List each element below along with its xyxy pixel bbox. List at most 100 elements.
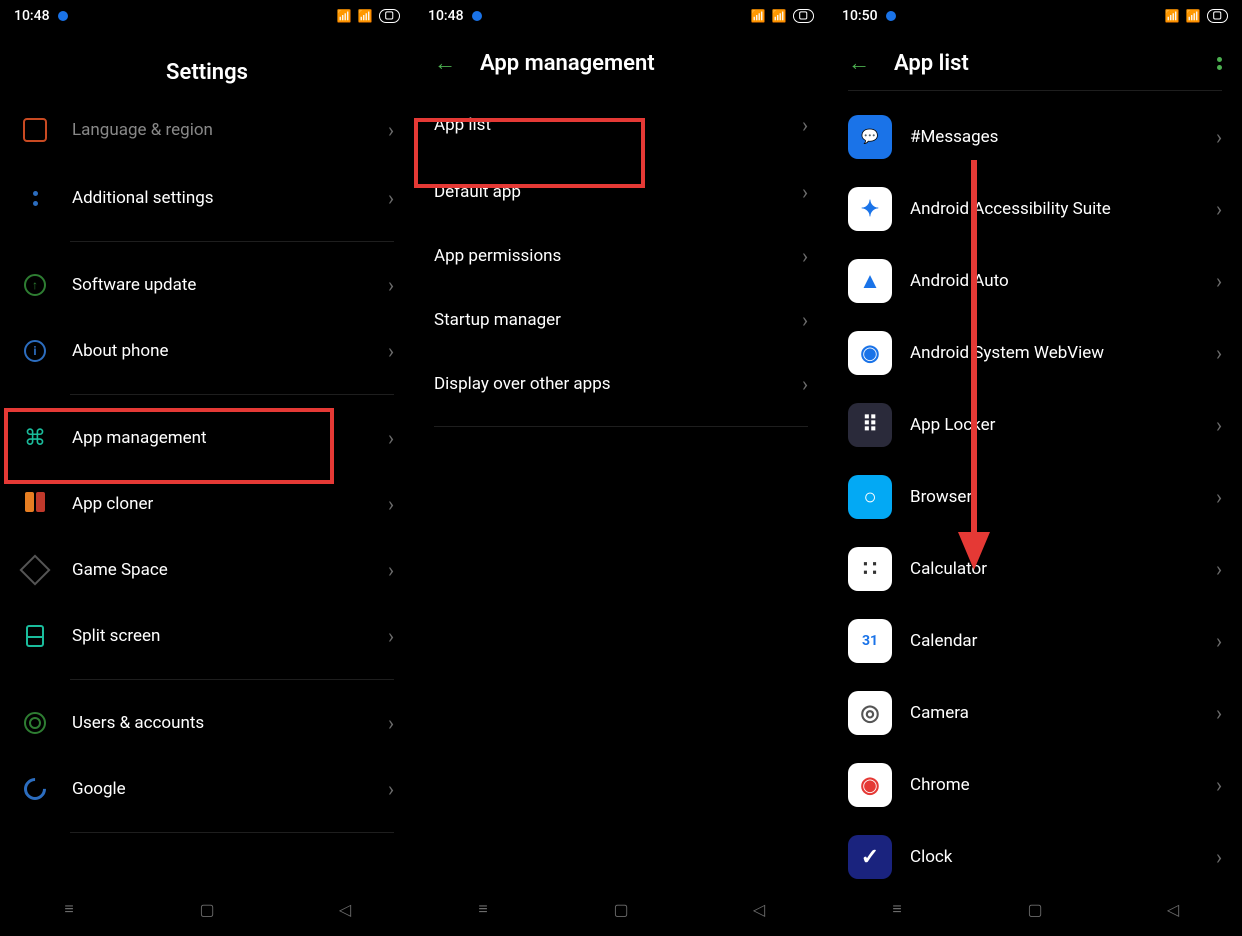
chevron-right-icon: ›	[1216, 269, 1222, 293]
settings-item-app-cloner[interactable]: App cloner ›	[0, 471, 414, 537]
chevron-right-icon: ›	[388, 492, 394, 516]
notification-dot-icon	[886, 11, 896, 21]
settings-item-label: Split screen	[72, 626, 366, 646]
network-icon: 📶	[772, 9, 787, 23]
about-phone-icon: i	[24, 340, 46, 362]
divider	[70, 679, 394, 680]
app-mgmt-item-display-over[interactable]: Display over other apps ›	[414, 352, 828, 416]
nav-back-button[interactable]: ◁	[1161, 897, 1185, 921]
status-time: 10:50	[842, 8, 878, 24]
app-list-item[interactable]: ◉ Android System WebView ›	[828, 317, 1242, 389]
app-mgmt-item-label: Display over other apps	[434, 374, 780, 394]
header: Settings	[0, 32, 414, 107]
app-list-screen: 10:50 📶 📶 ▢ ← App list 💬#Messages›✦Andro…	[828, 0, 1242, 936]
nav-recent-button[interactable]: ≡	[885, 897, 909, 921]
divider	[70, 241, 394, 242]
signal-icon: 📶	[337, 9, 352, 23]
settings-item-users-accounts[interactable]: Users & accounts ›	[0, 690, 414, 756]
settings-item-additional[interactable]: Additional settings ›	[0, 165, 414, 231]
settings-item-app-management[interactable]: ⌘ App management ›	[0, 405, 414, 471]
app-list-item-label: Camera	[910, 703, 1198, 723]
app-list[interactable]: 💬#Messages›✦Android Accessibility Suite›…	[828, 101, 1242, 891]
settings-item-split-screen[interactable]: Split screen ›	[0, 603, 414, 669]
chevron-right-icon: ›	[1216, 557, 1222, 581]
settings-item-game-space[interactable]: Game Space ›	[0, 537, 414, 603]
chevron-right-icon: ›	[1216, 629, 1222, 653]
chevron-right-icon: ›	[802, 180, 808, 204]
back-arrow-icon[interactable]: ←	[848, 50, 870, 76]
notification-dot-icon	[58, 11, 68, 21]
nav-home-button[interactable]: ▢	[195, 897, 219, 921]
settings-item-label: Users & accounts	[72, 713, 366, 733]
status-bar: 10:50 📶 📶 ▢	[828, 0, 1242, 32]
settings-item-label: App management	[72, 428, 366, 448]
app-icon: ◎	[848, 691, 892, 735]
chevron-right-icon: ›	[388, 777, 394, 801]
app-list-item-label: Android System WebView	[910, 343, 1198, 363]
nav-recent-button[interactable]: ≡	[57, 897, 81, 921]
overflow-menu-icon[interactable]	[1217, 57, 1222, 70]
app-list-item[interactable]: ⠿App Locker›	[828, 389, 1242, 461]
chevron-right-icon: ›	[1216, 341, 1222, 365]
app-mgmt-item-app-list[interactable]: App list ›	[414, 90, 828, 160]
app-mgmt-item-default-app[interactable]: Default app ›	[414, 160, 828, 224]
chevron-right-icon: ›	[1216, 197, 1222, 221]
header: ← App list	[828, 32, 1242, 90]
settings-item-label: Game Space	[72, 560, 366, 580]
app-mgmt-item-app-permissions[interactable]: App permissions ›	[414, 224, 828, 288]
app-icon: ∷	[848, 547, 892, 591]
chevron-right-icon: ›	[1216, 485, 1222, 509]
settings-item-label: About phone	[72, 341, 366, 361]
app-list-item[interactable]: ✓Clock›	[828, 821, 1242, 891]
network-icon: 📶	[1186, 9, 1201, 23]
app-list-item-label: Calculator	[910, 559, 1198, 579]
app-list-item[interactable]: ✦Android Accessibility Suite›	[828, 173, 1242, 245]
app-list-item[interactable]: ◎ Camera ›	[828, 677, 1242, 749]
app-management-icon: ⌘	[24, 426, 46, 451]
divider	[70, 394, 394, 395]
app-mgmt-item-label: App permissions	[434, 246, 780, 266]
app-management-list: App list › Default app › App permissions…	[414, 90, 828, 427]
app-list-item-label: Android Accessibility Suite	[910, 199, 1198, 219]
app-list-item[interactable]: ◉Chrome›	[828, 749, 1242, 821]
header: ← App management	[414, 32, 828, 90]
chevron-right-icon: ›	[388, 273, 394, 297]
app-management-screen: 10:48 📶 📶 ▢ ← App management App list › …	[414, 0, 828, 936]
app-list-item[interactable]: ○Browser›	[828, 461, 1242, 533]
chevron-right-icon: ›	[388, 186, 394, 210]
settings-item-label: App cloner	[72, 494, 366, 514]
battery-icon: ▢	[379, 9, 400, 23]
signal-icon: 📶	[1165, 9, 1180, 23]
chevron-right-icon: ›	[1216, 701, 1222, 725]
page-title: App list	[894, 51, 969, 76]
status-time: 10:48	[428, 8, 464, 24]
app-icon: ⠿	[848, 403, 892, 447]
settings-item-language[interactable]: Language & region ›	[0, 101, 414, 165]
settings-item-software-update[interactable]: ↑ Software update ›	[0, 252, 414, 318]
page-title: App management	[480, 51, 655, 76]
split-screen-icon	[26, 625, 44, 647]
app-list-item[interactable]: 💬#Messages›	[828, 101, 1242, 173]
nav-back-button[interactable]: ◁	[747, 897, 771, 921]
app-icon: ▲	[848, 259, 892, 303]
app-list-item[interactable]: ∷ Calculator ›	[828, 533, 1242, 605]
nav-back-button[interactable]: ◁	[333, 897, 357, 921]
chevron-right-icon: ›	[388, 558, 394, 582]
chevron-right-icon: ›	[388, 339, 394, 363]
back-arrow-icon[interactable]: ←	[434, 50, 456, 76]
chevron-right-icon: ›	[388, 711, 394, 735]
app-icon: ◉	[848, 331, 892, 375]
chevron-right-icon: ›	[1216, 845, 1222, 869]
settings-item-about[interactable]: i About phone ›	[0, 318, 414, 384]
nav-home-button[interactable]: ▢	[1023, 897, 1047, 921]
app-mgmt-item-startup-manager[interactable]: Startup manager ›	[414, 288, 828, 352]
settings-item-google[interactable]: Google ›	[0, 756, 414, 822]
battery-icon: ▢	[793, 9, 814, 23]
google-icon	[19, 773, 50, 804]
nav-recent-button[interactable]: ≡	[471, 897, 495, 921]
app-list-item[interactable]: 31Calendar›	[828, 605, 1242, 677]
settings-item-label: Language & region	[72, 120, 366, 140]
nav-home-button[interactable]: ▢	[609, 897, 633, 921]
app-list-item[interactable]: ▲Android Auto›	[828, 245, 1242, 317]
app-icon: ✓	[848, 835, 892, 879]
